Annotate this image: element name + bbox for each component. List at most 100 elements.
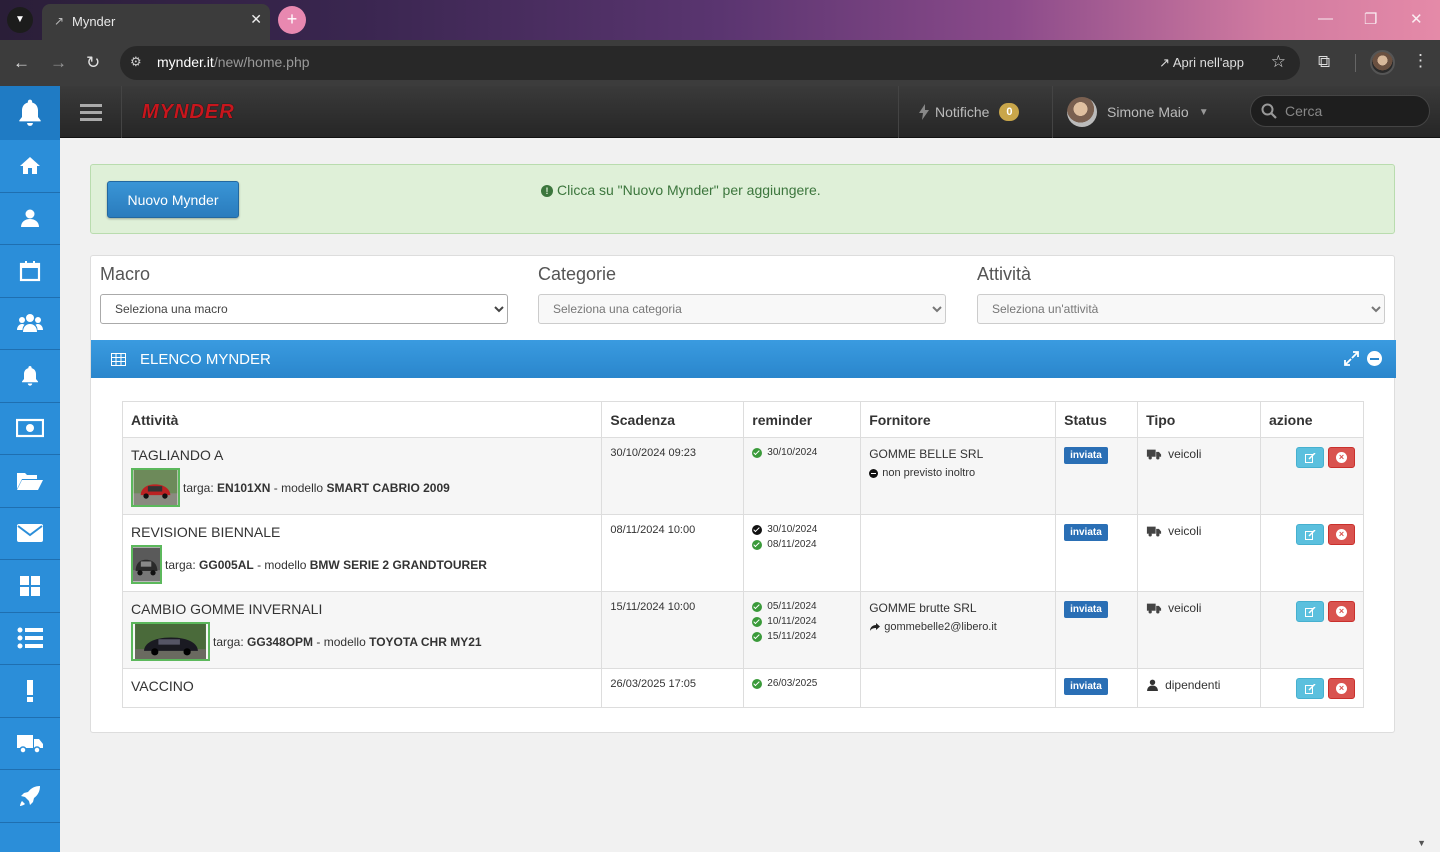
tipo-cell: veicoli (1137, 591, 1261, 669)
sidebar-item-alert[interactable] (0, 665, 60, 718)
sidebar-item-folder[interactable] (0, 455, 60, 508)
delete-button[interactable]: × (1328, 524, 1355, 545)
close-window-icon[interactable]: ✕ (1410, 10, 1423, 28)
reminder-cell: 30/10/2024 08/11/2024 (743, 514, 862, 592)
sidebar-item-home[interactable] (0, 140, 60, 193)
col-header[interactable]: Status (1055, 401, 1139, 438)
sidebar-item-calendar[interactable] (0, 245, 60, 298)
alert-message: ! Clicca su "Nuovo Mynder" per aggiungere… (541, 182, 821, 198)
reload-icon[interactable]: ↻ (86, 53, 100, 73)
notifications-count-badge: 0 (999, 103, 1020, 121)
open-in-app-button[interactable]: ↗ Apri nell'app (1159, 55, 1244, 71)
col-header[interactable]: reminder (743, 401, 862, 438)
sidebar-item-list[interactable] (0, 613, 60, 665)
info-alert: Nuovo Mynder ! Clicca su "Nuovo Mynder" p… (90, 164, 1395, 234)
vehicle-thumbnail[interactable] (131, 622, 210, 661)
sidebar-item-rocket[interactable] (0, 770, 60, 823)
fornitore-cell (860, 514, 1057, 592)
status-cell: inviata (1055, 437, 1139, 515)
forward-icon[interactable]: → (50, 53, 67, 73)
address-bar[interactable]: ⚙ mynder.it/new/home.php ↗ Apri nell'app… (120, 46, 1300, 80)
table-row: CAMBIO GOMME INVERNALI targa: GG348OPM -… (121, 591, 1364, 669)
collapse-minus-icon[interactable] (1367, 351, 1382, 366)
expand-icon[interactable] (1344, 351, 1359, 366)
macro-select[interactable]: Seleziona una macro (100, 294, 508, 324)
sidebar-item-notifications[interactable] (0, 350, 60, 403)
browser-tab-strip: ▼ ↗ Mynder ✕ + — ❐ ✕ (0, 0, 1440, 40)
edit-icon (1304, 529, 1316, 540)
col-header[interactable]: Tipo (1137, 401, 1261, 438)
edit-button[interactable] (1296, 601, 1324, 622)
menu-toggle-button[interactable] (60, 86, 122, 138)
notifications-button[interactable]: Notifiche 0 (898, 86, 1052, 138)
sidebar-item-users[interactable] (0, 298, 60, 350)
col-header[interactable]: Attività (121, 401, 603, 438)
scroll-down-arrow[interactable]: ▼ (1417, 838, 1426, 848)
macro-label: Macro (100, 264, 151, 284)
check-circle-icon (752, 524, 763, 535)
sidebar-item-dashboard[interactable] (0, 560, 60, 613)
sidebar-item-mail[interactable] (0, 508, 60, 560)
tab-close-icon[interactable]: ✕ (250, 11, 262, 28)
back-icon[interactable]: ← (13, 53, 30, 73)
reminder-item: 15/11/2024 (752, 631, 852, 642)
attivita-cell: REVISIONE BIENNALE (131, 524, 281, 540)
new-tab-button[interactable]: + (278, 6, 306, 34)
profile-avatar[interactable] (1370, 50, 1395, 75)
status-cell: inviata (1055, 668, 1139, 708)
edit-button[interactable] (1296, 524, 1324, 545)
tab-search-button[interactable]: ▼ (7, 7, 33, 33)
truck-icon (1146, 526, 1162, 537)
delete-button[interactable]: × (1328, 601, 1355, 622)
hamburger-icon (79, 104, 102, 121)
col-header[interactable]: Scadenza (601, 401, 745, 438)
col-header[interactable]: azione (1260, 401, 1364, 438)
vehicle-info: targa: EN101XN - modello SMART CABRIO 20… (131, 468, 593, 507)
edit-button[interactable] (1296, 678, 1324, 699)
col-header[interactable]: Fornitore (860, 401, 1057, 438)
app-logo[interactable]: MYNDER (142, 101, 235, 126)
panel-title: ELENCO MYNDER (140, 350, 271, 368)
user-menu[interactable]: Simone Maio ▼ (1052, 86, 1252, 138)
bookmark-star-icon[interactable]: ☆ (1271, 52, 1286, 72)
minimize-icon[interactable]: — (1318, 10, 1333, 27)
attivita-select[interactable]: Seleziona un'attività (977, 294, 1385, 324)
search-input[interactable] (1285, 103, 1405, 119)
scadenza-cell: 15/11/2024 10:00 (601, 591, 745, 669)
nuovo-mynder-button[interactable]: Nuovo Mynder (107, 181, 239, 218)
vehicle-thumbnail[interactable] (131, 468, 180, 507)
azione-cell: × (1260, 437, 1364, 515)
sidebar-item-user[interactable] (0, 193, 60, 245)
delete-button[interactable]: × (1328, 447, 1355, 468)
edit-button[interactable] (1296, 447, 1324, 468)
extensions-icon[interactable]: ⧉ (1318, 52, 1330, 72)
sidebar-bell-top[interactable] (0, 86, 60, 140)
url-text[interactable]: mynder.it/new/home.php (157, 54, 310, 70)
delete-button[interactable]: × (1328, 678, 1355, 699)
fornitore-note: non previsto inoltro (869, 467, 1047, 479)
search-box[interactable] (1250, 95, 1430, 127)
user-avatar (1067, 97, 1097, 127)
sidebar-item-money[interactable] (0, 403, 60, 455)
truck-icon (1146, 449, 1162, 460)
reminder-cell: 30/10/2024 (743, 437, 862, 515)
table-header-row: Attività Scadenza reminder Fornitore Sta… (121, 401, 1364, 438)
home-icon (20, 156, 40, 174)
vehicle-text: targa: EN101XN - modello SMART CABRIO 20… (183, 480, 450, 495)
site-info-icon[interactable]: ⚙ (130, 54, 142, 70)
tab-title: Mynder (72, 14, 116, 29)
more-menu-icon[interactable]: ⋮ (1412, 51, 1429, 71)
close-circle-icon: × (1336, 452, 1347, 463)
truck-icon (1146, 603, 1162, 614)
vehicle-thumbnail[interactable] (131, 545, 162, 584)
main-content: Nuovo Mynder ! Clicca su "Nuovo Mynder" p… (60, 138, 1430, 852)
exclamation-icon (27, 679, 33, 702)
user-icon (1147, 679, 1158, 691)
sidebar-item-truck[interactable] (0, 718, 60, 770)
maximize-icon[interactable]: ❐ (1364, 10, 1377, 28)
categorie-select[interactable]: Seleziona una categoria (538, 294, 946, 324)
attivita-filter: Attività Seleziona un'attività (977, 264, 1385, 324)
table-row: VACCINO 26/03/2025 17:05 26/03/2025 invi… (121, 668, 1364, 708)
status-cell: inviata (1055, 591, 1139, 669)
browser-tab[interactable]: ↗ Mynder ✕ (42, 4, 270, 40)
